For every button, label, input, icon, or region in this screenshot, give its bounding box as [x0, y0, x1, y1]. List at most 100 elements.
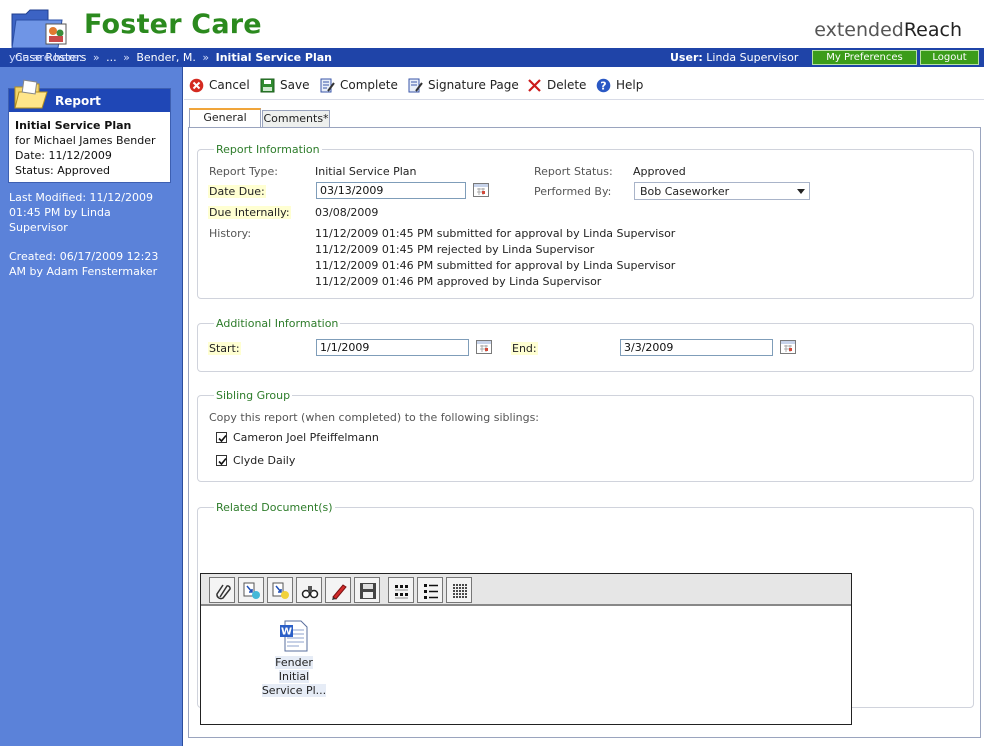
end-calendar-icon[interactable]: [780, 340, 796, 354]
breadcrumb-label: you are here:: [9, 51, 83, 64]
details-view-button[interactable]: [446, 577, 472, 603]
checkout-icon: [272, 582, 289, 599]
user-info: User: Linda Supervisor: [670, 51, 798, 64]
last-modified-info: Last Modified: 11/12/2009 01:45 PM by Li…: [9, 190, 174, 235]
report-card-header: Report: [9, 79, 170, 112]
additional-information-legend: Additional Information: [214, 317, 341, 330]
save-label: Save: [280, 78, 310, 92]
report-for: for Michael James Bender: [15, 134, 156, 147]
list-view-button[interactable]: [417, 577, 443, 603]
additional-information-group: Additional Information Start: 1/1/2009 E…: [197, 317, 974, 372]
signature-page-button[interactable]: Signature Page: [408, 77, 519, 93]
report-date: Date: 11/12/2009: [15, 149, 112, 162]
breadcrumb: you are here: Case Rosters » ... » Bende…: [9, 51, 332, 64]
due-internally-label: Due Internally:: [208, 206, 291, 219]
breadcrumb-current: Initial Service Plan: [215, 51, 333, 64]
action-toolbar: Cancel Save Complete Signature Page Dele…: [184, 67, 984, 100]
sibling-group-legend: Sibling Group: [214, 389, 293, 402]
signature-page-label: Signature Page: [428, 78, 519, 92]
cancel-button[interactable]: Cancel: [189, 77, 250, 93]
upload-button[interactable]: [238, 577, 264, 603]
sibling-instruction: Copy this report (when completed) to the…: [209, 411, 540, 424]
help-button[interactable]: ? Help: [596, 77, 643, 93]
performed-by-select[interactable]: Bob Caseworker: [634, 182, 810, 200]
end-date-field[interactable]: 3/3/2009: [620, 339, 773, 356]
save-document-button[interactable]: [354, 577, 380, 603]
paperclip-icon: [216, 584, 231, 600]
delete-label: Delete: [547, 78, 587, 92]
document-browser: W Fender Initial Service Pl...: [200, 573, 852, 725]
large-icons-view-button[interactable]: [388, 577, 414, 603]
created-line: AM by Adam Fenstermaker: [9, 265, 158, 278]
svg-text:W: W: [281, 627, 292, 638]
word-document-icon: W: [279, 620, 309, 652]
user-label: User:: [670, 51, 703, 64]
tab-comments[interactable]: Comments*: [262, 110, 330, 128]
large-icons-view-icon: [395, 585, 408, 599]
sibling-checkbox-cameron[interactable]: [216, 432, 227, 443]
attach-button[interactable]: [209, 577, 235, 603]
app-header: Foster Care extendedReach: [0, 0, 984, 49]
report-card-title: Report: [55, 94, 101, 108]
history-label: History:: [209, 227, 252, 240]
created-line: Created: 06/17/2009 12:23: [9, 250, 159, 263]
sibling-checkbox-clyde[interactable]: [216, 455, 227, 466]
edit-button[interactable]: [325, 577, 351, 603]
history-entry: 11/12/2009 01:46 PM submitted for approv…: [315, 259, 676, 272]
details-view-icon: [453, 584, 467, 598]
document-name-line: Service Pl...: [261, 684, 327, 697]
pencil-icon: [332, 584, 347, 600]
upload-icon: [243, 582, 260, 599]
report-status-label: Report Status:: [534, 165, 613, 178]
breadcrumb-link-ellipsis[interactable]: ...: [106, 51, 117, 64]
date-due-calendar-icon[interactable]: [473, 183, 489, 197]
brand-logo: extendedReach: [814, 19, 962, 41]
report-status-value: Approved: [633, 165, 686, 178]
report-name: Initial Service Plan: [15, 119, 132, 132]
created-info: Created: 06/17/2009 12:23 AM by Adam Fen…: [9, 249, 174, 279]
brand-bold: Reach: [903, 19, 962, 41]
history-entry: 11/12/2009 01:45 PM submitted for approv…: [315, 227, 676, 240]
user-name: Linda Supervisor: [706, 51, 799, 64]
history-entry: 11/12/2009 01:46 PM approved by Linda Su…: [315, 275, 602, 288]
date-due-field[interactable]: 03/13/2009: [316, 182, 466, 199]
report-status: Status: Approved: [15, 164, 111, 177]
cancel-label: Cancel: [209, 78, 250, 92]
report-type-value: Initial Service Plan: [315, 165, 417, 178]
sibling-name: Cameron Joel Pfeiffelmann: [233, 431, 379, 444]
tab-panel-general: Report Information Report Type: Initial …: [188, 127, 981, 738]
end-label: End:: [511, 342, 538, 355]
sibling-name: Clyde Daily: [233, 454, 296, 467]
delete-button[interactable]: Delete: [527, 77, 586, 93]
signature-icon: [408, 78, 423, 92]
open-folder-icon: [13, 79, 49, 109]
chevron-down-icon: [797, 189, 805, 194]
document-toolbar: [201, 574, 851, 606]
help-icon: ?: [596, 78, 611, 92]
start-calendar-icon[interactable]: [476, 340, 492, 354]
document-file-item[interactable]: W Fender Initial Service Pl...: [260, 620, 328, 698]
save-icon: [260, 78, 275, 92]
complete-button[interactable]: Complete: [320, 77, 398, 93]
logout-button[interactable]: Logout: [920, 50, 979, 65]
report-type-label: Report Type:: [209, 165, 278, 178]
tab-general[interactable]: General: [189, 108, 261, 128]
document-name-line: Fender Initial: [275, 656, 313, 683]
performed-by-value: Bob Caseworker: [640, 185, 730, 198]
report-information-group: Report Information Report Type: Initial …: [197, 143, 974, 299]
my-preferences-button[interactable]: My Preferences: [812, 50, 917, 65]
app-title: Foster Care: [84, 9, 262, 40]
due-internally-value: 03/08/2009: [315, 206, 379, 219]
checkout-button[interactable]: [267, 577, 293, 603]
breadcrumb-link-bender[interactable]: Bender, M.: [136, 51, 196, 64]
save-button[interactable]: Save: [260, 77, 309, 93]
breadcrumb-bar: you are here: Case Rosters » ... » Bende…: [0, 48, 984, 67]
last-modified-line: 01:45 PM by Linda: [9, 206, 111, 219]
start-label: Start:: [208, 342, 241, 355]
report-card-body: Initial Service Plan for Michael James B…: [9, 112, 170, 178]
view-button[interactable]: [296, 577, 322, 603]
related-documents-legend: Related Document(s): [214, 501, 335, 514]
sidebar: Report Initial Service Plan for Michael …: [0, 67, 183, 746]
performed-by-label: Performed By:: [534, 185, 612, 198]
start-date-field[interactable]: 1/1/2009: [316, 339, 469, 356]
